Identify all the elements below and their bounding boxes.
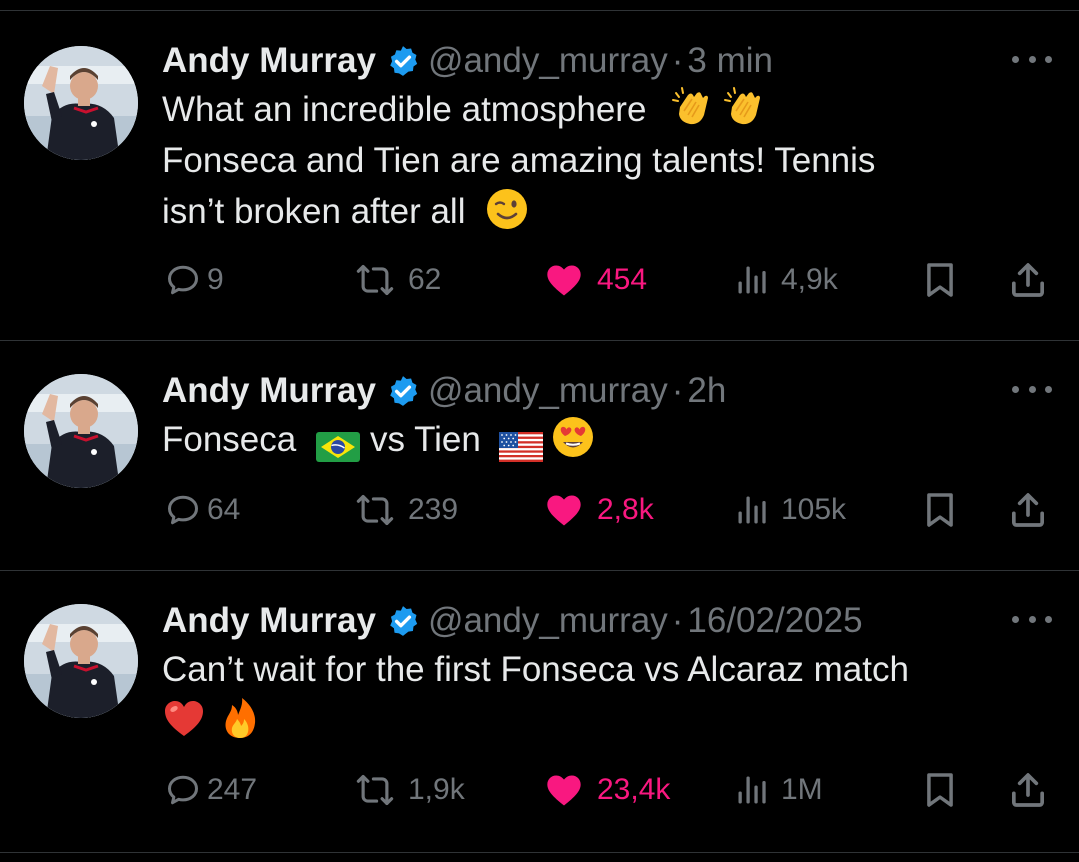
repost-icon — [352, 261, 398, 299]
separator: · — [671, 601, 684, 640]
more-icon[interactable] — [1012, 616, 1052, 626]
bookmark-icon — [921, 260, 959, 300]
tweet[interactable]: Andy Murray @andy_murray · 3 min What an… — [0, 38, 1079, 338]
bookmark-icon — [921, 490, 959, 530]
share-button[interactable] — [1008, 487, 1048, 533]
reply-button[interactable]: 9 — [165, 257, 224, 303]
tweet-text-line: What an incredible atmosphere — [162, 90, 647, 129]
author-name[interactable]: Andy Murray — [162, 598, 376, 644]
reply-count: 64 — [207, 493, 241, 526]
verified-badge-icon[interactable] — [386, 44, 420, 78]
red-heart-icon — [162, 696, 206, 740]
tweet-text: Can’t wait for the first Fonseca vs Alca… — [162, 644, 1042, 746]
tweet-text-line: isn’t broken after all — [162, 192, 466, 231]
bookmark-icon — [921, 770, 959, 810]
share-button[interactable] — [1008, 257, 1048, 303]
tweet-text-part: vs Tien — [369, 420, 481, 459]
author-handle[interactable]: @andy_murray — [428, 368, 668, 414]
like-icon — [541, 490, 587, 530]
share-button[interactable] — [1008, 767, 1048, 813]
tweet[interactable]: Andy Murray @andy_murray · 2h Fonseca vs… — [0, 368, 1079, 568]
timestamp[interactable]: 3 min — [687, 38, 773, 84]
reply-icon — [165, 772, 201, 808]
like-icon — [541, 260, 587, 300]
reply-button[interactable]: 64 — [165, 487, 240, 533]
more-icon[interactable] — [1012, 386, 1052, 396]
fire-icon — [218, 696, 262, 740]
share-icon — [1008, 770, 1048, 810]
top-divider — [0, 10, 1079, 11]
tweet-header: Andy Murray @andy_murray · 16/02/2025 — [162, 598, 863, 644]
views-icon — [733, 492, 771, 528]
reply-icon — [165, 262, 201, 298]
author-handle[interactable]: @andy_murray — [428, 598, 668, 644]
tweet-divider — [0, 340, 1079, 341]
views-icon — [733, 262, 771, 298]
clapping-hands-icon — [670, 85, 714, 129]
tweet-actions: 9 62 454 4,9k — [0, 257, 1079, 303]
winking-face-icon — [485, 187, 529, 231]
flag-brazil-icon — [316, 425, 360, 455]
separator: · — [671, 371, 684, 410]
view-count: 4,9k — [781, 263, 838, 296]
repost-icon — [352, 771, 398, 809]
repost-count: 62 — [408, 263, 442, 296]
repost-button[interactable]: 62 — [352, 257, 441, 303]
repost-button[interactable]: 239 — [352, 487, 458, 533]
bookmark-button[interactable] — [921, 487, 959, 533]
separator: · — [671, 41, 684, 80]
bookmark-button[interactable] — [921, 257, 959, 303]
repost-button[interactable]: 1,9k — [352, 767, 465, 813]
clapping-hands-icon — [722, 85, 766, 129]
timestamp[interactable]: 2h — [687, 368, 726, 414]
tweet-text-line: Fonseca and Tien are amazing talents! Te… — [162, 141, 876, 180]
tweet-divider — [0, 570, 1079, 571]
tweet-header: Andy Murray @andy_murray · 3 min — [162, 38, 773, 84]
like-count: 454 — [597, 263, 648, 296]
tweet-text: Fonseca vs Tien — [162, 414, 1042, 465]
like-count: 2,8k — [597, 493, 654, 526]
view-count: 1M — [781, 773, 823, 806]
bottom-divider — [0, 852, 1079, 853]
repost-count: 239 — [408, 493, 459, 526]
verified-badge-icon[interactable] — [386, 374, 420, 408]
like-icon — [541, 770, 587, 810]
author-name[interactable]: Andy Murray — [162, 368, 376, 414]
share-icon — [1008, 260, 1048, 300]
views-button[interactable]: 4,9k — [733, 257, 838, 303]
share-icon — [1008, 490, 1048, 530]
like-count: 23,4k — [597, 773, 671, 806]
avatar[interactable] — [24, 604, 138, 718]
timestamp[interactable]: 16/02/2025 — [687, 598, 862, 644]
author-name[interactable]: Andy Murray — [162, 38, 376, 84]
reply-icon — [165, 492, 201, 528]
reply-count: 247 — [207, 773, 258, 806]
views-button[interactable]: 1M — [733, 767, 823, 813]
author-handle[interactable]: @andy_murray — [428, 38, 668, 84]
tweet-text: What an incredible atmosphere Fonseca an… — [162, 84, 1042, 237]
tweet-text-line: Can’t wait for the first Fonseca vs Alca… — [162, 650, 909, 689]
tweet-text-part: Fonseca — [162, 420, 297, 459]
more-icon[interactable] — [1012, 56, 1052, 66]
repost-icon — [352, 491, 398, 529]
tweet-header: Andy Murray @andy_murray · 2h — [162, 368, 726, 414]
like-button[interactable]: 454 — [541, 257, 647, 303]
heart-eyes-face-icon — [551, 415, 595, 459]
tweet-actions: 247 1,9k 23,4k 1M — [0, 767, 1079, 813]
flag-usa-icon — [499, 425, 543, 455]
like-button[interactable]: 23,4k — [541, 767, 670, 813]
avatar[interactable] — [24, 46, 138, 160]
reply-count: 9 — [207, 263, 224, 296]
avatar[interactable] — [24, 374, 138, 488]
repost-count: 1,9k — [408, 773, 465, 806]
views-button[interactable]: 105k — [733, 487, 846, 533]
views-icon — [733, 772, 771, 808]
bookmark-button[interactable] — [921, 767, 959, 813]
like-button[interactable]: 2,8k — [541, 487, 654, 533]
tweet-actions: 64 239 2,8k 105k — [0, 487, 1079, 533]
reply-button[interactable]: 247 — [165, 767, 257, 813]
verified-badge-icon[interactable] — [386, 604, 420, 638]
tweet[interactable]: Andy Murray @andy_murray · 16/02/2025 Ca… — [0, 598, 1079, 848]
view-count: 105k — [781, 493, 847, 526]
